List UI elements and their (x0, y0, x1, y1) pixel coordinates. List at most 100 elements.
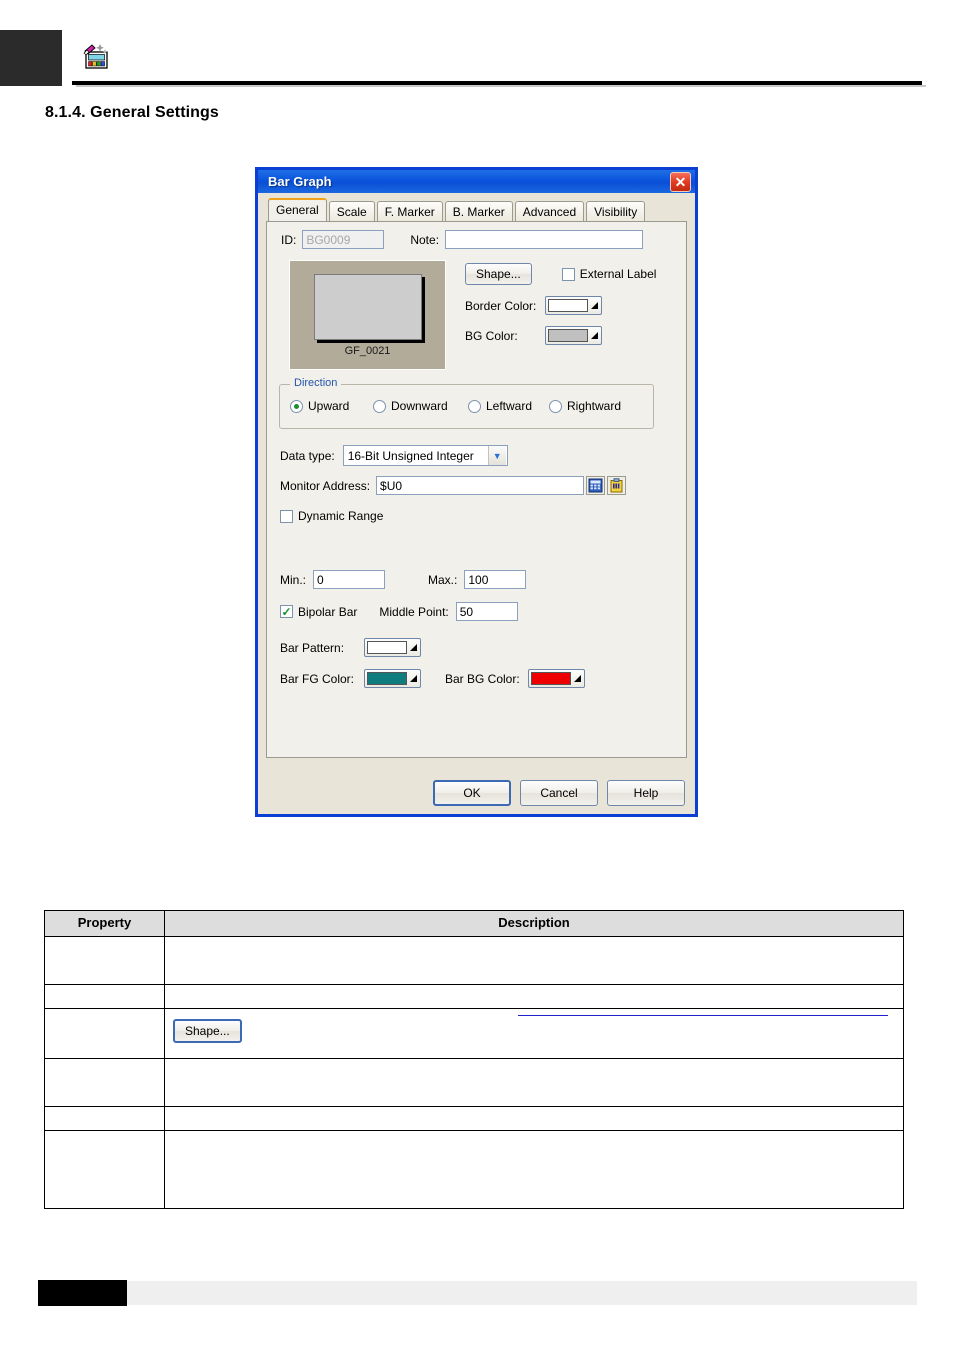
data-type-label: Data type: (280, 448, 335, 463)
direction-option-rightward[interactable]: Rightward (549, 399, 621, 413)
radio-downward[interactable] (373, 399, 386, 413)
bar-pattern-label: Bar Pattern: (280, 640, 345, 655)
table-row: Shape... (44, 1008, 904, 1059)
table-cell-property (44, 936, 165, 985)
max-field[interactable] (464, 570, 527, 589)
shape-button[interactable]: Shape... (465, 263, 532, 285)
middle-point-label: Middle Point: (379, 604, 449, 619)
monitor-address-row: Monitor Address: (280, 476, 627, 495)
calculator-icon[interactable] (586, 476, 606, 495)
radio-leftward[interactable] (468, 399, 481, 413)
bg-color-row: BG Color: (465, 326, 602, 345)
external-label-label: External Label (579, 267, 657, 281)
tab-advanced[interactable]: Advanced (514, 201, 585, 222)
table-header-description: Description (164, 910, 904, 937)
table-cell-description (164, 1130, 904, 1209)
min-max-row: Min.: Max.: (280, 570, 527, 589)
general-tab-panel: ID: Note: GF_0021 Shape... External Labe… (266, 221, 687, 758)
dialog-footer: OK Cancel Help (258, 780, 695, 806)
property-table: Property Description Shape... (44, 910, 904, 1209)
table-cell-property (44, 984, 165, 1009)
note-field[interactable] (445, 230, 644, 249)
id-field[interactable] (302, 230, 385, 249)
page-header (0, 0, 954, 100)
direction-group-title: Direction (290, 377, 342, 389)
tab-visibility[interactable]: Visibility (586, 201, 646, 222)
dynamic-range-label: Dynamic Range (298, 509, 384, 523)
ok-button[interactable]: OK (433, 780, 511, 806)
max-label: Max.: (428, 572, 458, 587)
radio-upward[interactable] (290, 399, 303, 413)
direction-option-upward[interactable]: Upward (290, 399, 349, 413)
screen-designer-icon (82, 42, 112, 72)
dialog-titlebar[interactable]: Bar Graph ✕ (255, 167, 698, 193)
table-cell-description (164, 936, 904, 985)
data-type-row: Data type: 16-Bit Unsigned Integer ▼ (280, 445, 508, 466)
bar-pattern-picker[interactable] (364, 638, 421, 657)
shape-preview-rect (313, 273, 422, 340)
table-cell-description (164, 1058, 904, 1107)
table-cell-property (44, 1130, 165, 1209)
table-row (44, 1106, 904, 1131)
bipolar-bar-row: ✓ Bipolar Bar Middle Point: (280, 602, 518, 621)
cancel-button[interactable]: Cancel (520, 780, 598, 806)
header-black-block (0, 30, 62, 86)
tag-icon[interactable] (607, 476, 627, 495)
border-color-picker[interactable] (545, 296, 602, 315)
radio-leftward-label: Leftward (486, 399, 533, 413)
table-row (44, 1130, 904, 1209)
external-label-checkbox[interactable] (561, 267, 575, 281)
bar-fg-color-picker[interactable] (364, 669, 421, 688)
radio-upward-label: Upward (308, 399, 350, 413)
bar-pattern-row: Bar Pattern: (280, 638, 421, 657)
bipolar-bar-label: Bipolar Bar (298, 604, 358, 619)
table-row (44, 1058, 904, 1107)
dropdown-arrow-icon (410, 675, 417, 682)
description-link-underline (518, 1015, 888, 1016)
dynamic-range-checkbox[interactable] (280, 509, 293, 523)
dynamic-range-row[interactable]: Dynamic Range (280, 509, 383, 523)
radio-rightward[interactable] (549, 399, 562, 413)
data-type-value: 16-Bit Unsigned Integer (347, 448, 474, 463)
table-cell-description (164, 984, 904, 1009)
min-field[interactable] (313, 570, 386, 589)
footer-black-block (38, 1280, 127, 1306)
dialog-body: General Scale F. Marker B. Marker Advanc… (258, 193, 695, 814)
radio-rightward-label: Rightward (567, 399, 622, 413)
direction-option-leftward[interactable]: Leftward (468, 399, 532, 413)
bar-bg-color-swatch (530, 672, 571, 685)
middle-point-field[interactable] (455, 602, 518, 621)
dialog-title: Bar Graph (268, 174, 332, 189)
table-header-row: Property Description (44, 910, 904, 937)
table-cell-property (44, 1106, 165, 1131)
bg-color-picker[interactable] (545, 326, 602, 345)
data-type-select[interactable]: 16-Bit Unsigned Integer ▼ (342, 445, 508, 466)
direction-option-downward[interactable]: Downward (373, 399, 448, 413)
table-cell-property (44, 1058, 165, 1107)
note-label: Note: (410, 232, 440, 247)
table-row (44, 936, 904, 985)
bar-pattern-swatch (367, 641, 407, 654)
monitor-address-field[interactable] (376, 476, 585, 495)
dropdown-arrow-icon (591, 332, 598, 339)
close-icon[interactable]: ✕ (670, 172, 691, 192)
bg-color-label: BG Color: (465, 328, 518, 343)
dropdown-arrow-icon (410, 644, 417, 651)
bipolar-bar-checkbox[interactable]: ✓ (280, 605, 293, 618)
header-rule-shadow (76, 85, 926, 87)
tab-scale[interactable]: Scale (328, 201, 375, 222)
tab-general[interactable]: General (268, 198, 327, 221)
bar-bg-color-picker[interactable] (527, 669, 585, 688)
shape-preview: GF_0021 (289, 260, 446, 370)
table-row (44, 984, 904, 1009)
table-cell-description (164, 1106, 904, 1131)
min-label: Min.: (280, 572, 307, 587)
direction-groupbox: Direction Upward Downward Leftward Right… (279, 377, 654, 429)
tab-f-marker[interactable]: F. Marker (376, 201, 443, 222)
monitor-address-label: Monitor Address: (280, 478, 371, 493)
tab-b-marker[interactable]: B. Marker (444, 201, 513, 222)
chevron-down-icon: ▼ (487, 446, 506, 465)
table-shape-button[interactable]: Shape... (173, 1019, 242, 1043)
border-color-row: Border Color: (465, 296, 602, 315)
help-button[interactable]: Help (607, 780, 685, 806)
